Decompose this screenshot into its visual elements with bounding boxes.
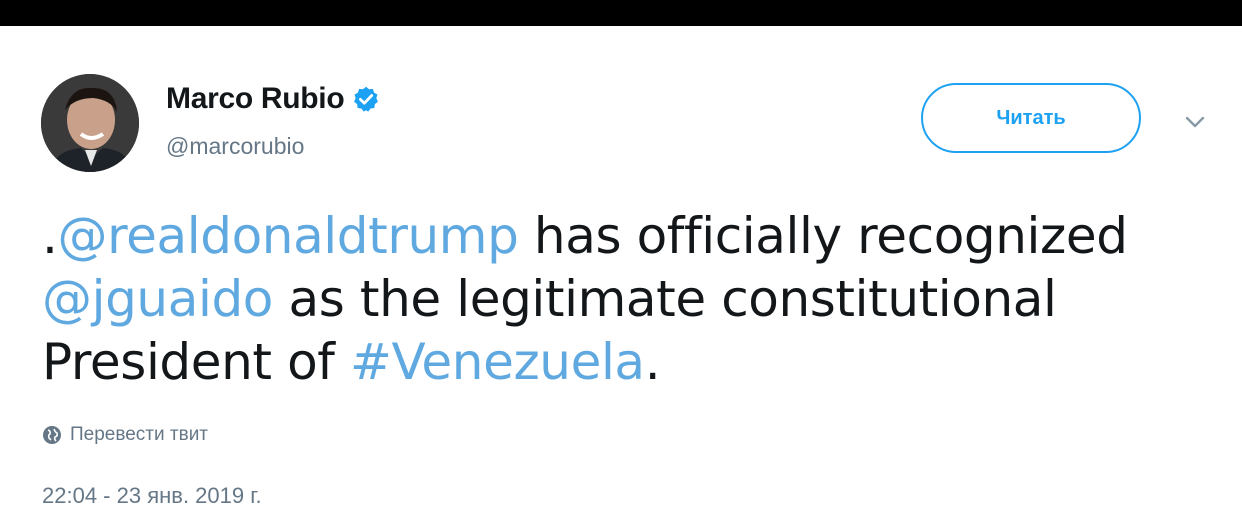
mention-link[interactable]: @realdonaldtrump	[58, 207, 519, 265]
author-name[interactable]: Marco Rubio	[166, 82, 345, 116]
chevron-down-icon[interactable]	[1182, 112, 1208, 132]
verified-badge-icon	[354, 86, 379, 112]
tweet-text-segment: has officially recognized	[518, 207, 1128, 265]
tweet-timestamp[interactable]: 22:04 - 23 янв. 2019 г.	[42, 483, 262, 509]
mention-link[interactable]: @jguaido	[42, 270, 273, 328]
avatar[interactable]	[41, 74, 139, 172]
tweet-text-segment: .	[42, 207, 58, 265]
tweet-text: .@realdonaldtrump has officially recogni…	[42, 205, 1202, 394]
follow-button[interactable]: Читать	[921, 83, 1141, 153]
globe-icon	[43, 426, 61, 444]
avatar-image	[41, 74, 139, 172]
translate-label: Перевести твит	[70, 424, 209, 445]
tweet-text-segment: .	[644, 333, 661, 391]
translate-tweet-link[interactable]: Перевести твит	[42, 424, 208, 446]
author-name-row: Marco Rubio	[166, 82, 380, 116]
author-handle[interactable]: @marcorubio	[166, 133, 304, 160]
hashtag-link[interactable]: #Venezuela	[350, 333, 645, 391]
top-black-bar	[0, 0, 1242, 26]
